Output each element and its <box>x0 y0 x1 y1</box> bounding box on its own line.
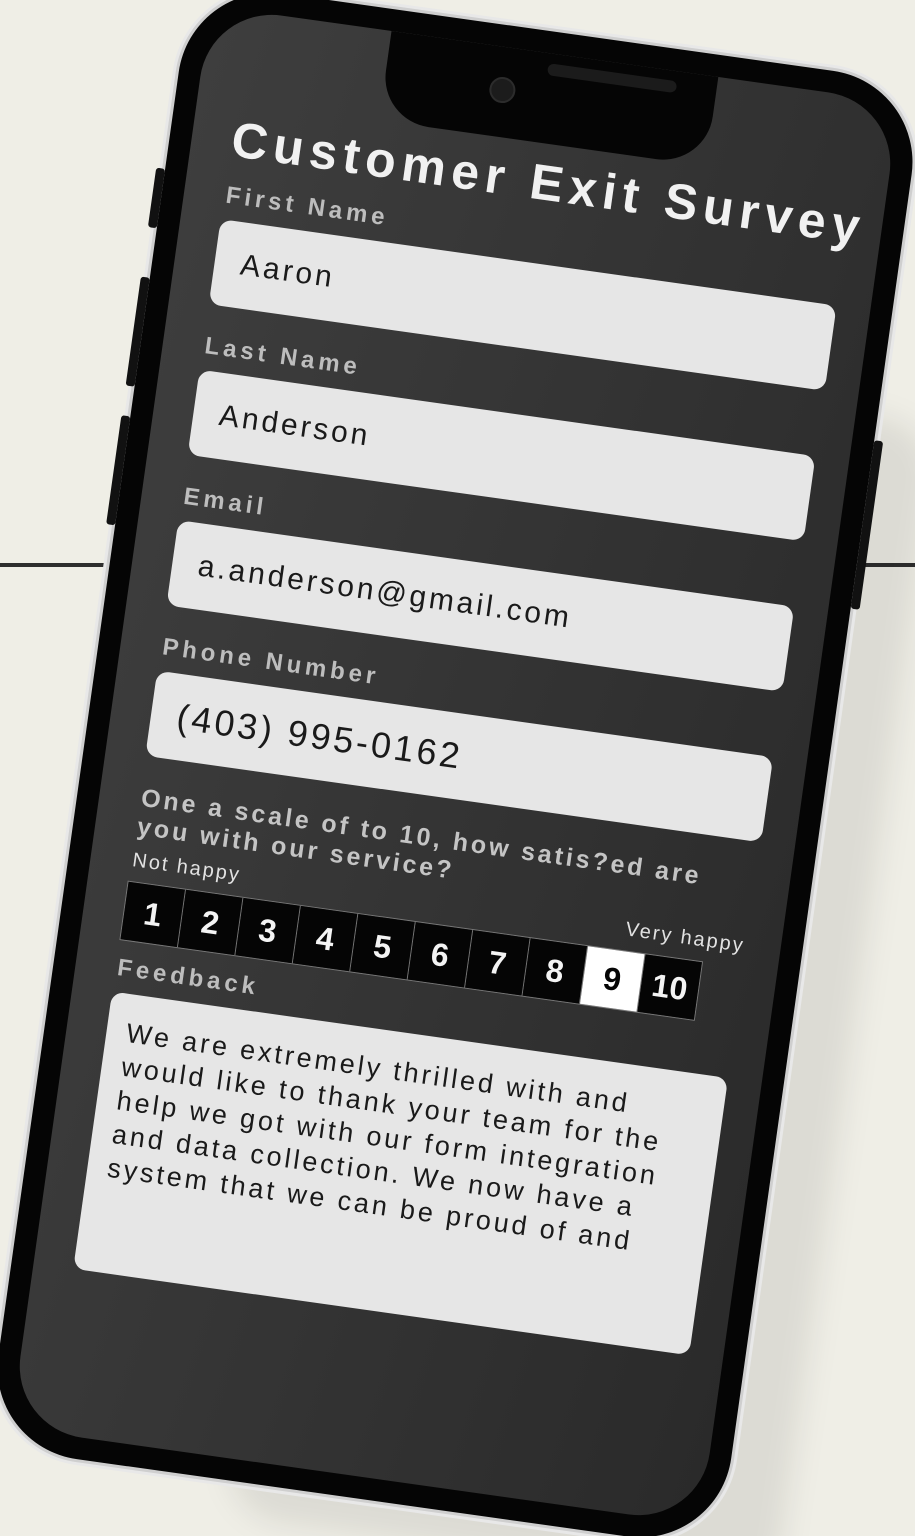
rating-option-8[interactable]: 8 <box>522 938 589 1004</box>
rating-option-4[interactable]: 4 <box>292 905 359 972</box>
rating-option-5[interactable]: 5 <box>350 913 416 980</box>
rating-option-6[interactable]: 6 <box>407 922 474 988</box>
rating-option-3[interactable]: 3 <box>235 897 301 964</box>
scale-low-label: Not happy <box>131 849 243 887</box>
background: Customer Exit Survey First Name Last Nam… <box>0 0 915 1536</box>
speaker-grille <box>546 63 678 94</box>
survey-form: Customer Exit Survey First Name Last Nam… <box>73 110 869 1356</box>
camera-icon <box>487 75 518 105</box>
rating-option-2[interactable]: 2 <box>177 889 244 956</box>
rating-option-10[interactable]: 10 <box>637 954 702 1020</box>
rating-option-9[interactable]: 9 <box>579 946 646 1012</box>
rating-option-7[interactable]: 7 <box>465 930 531 996</box>
rating-option-1[interactable]: 1 <box>120 881 187 948</box>
